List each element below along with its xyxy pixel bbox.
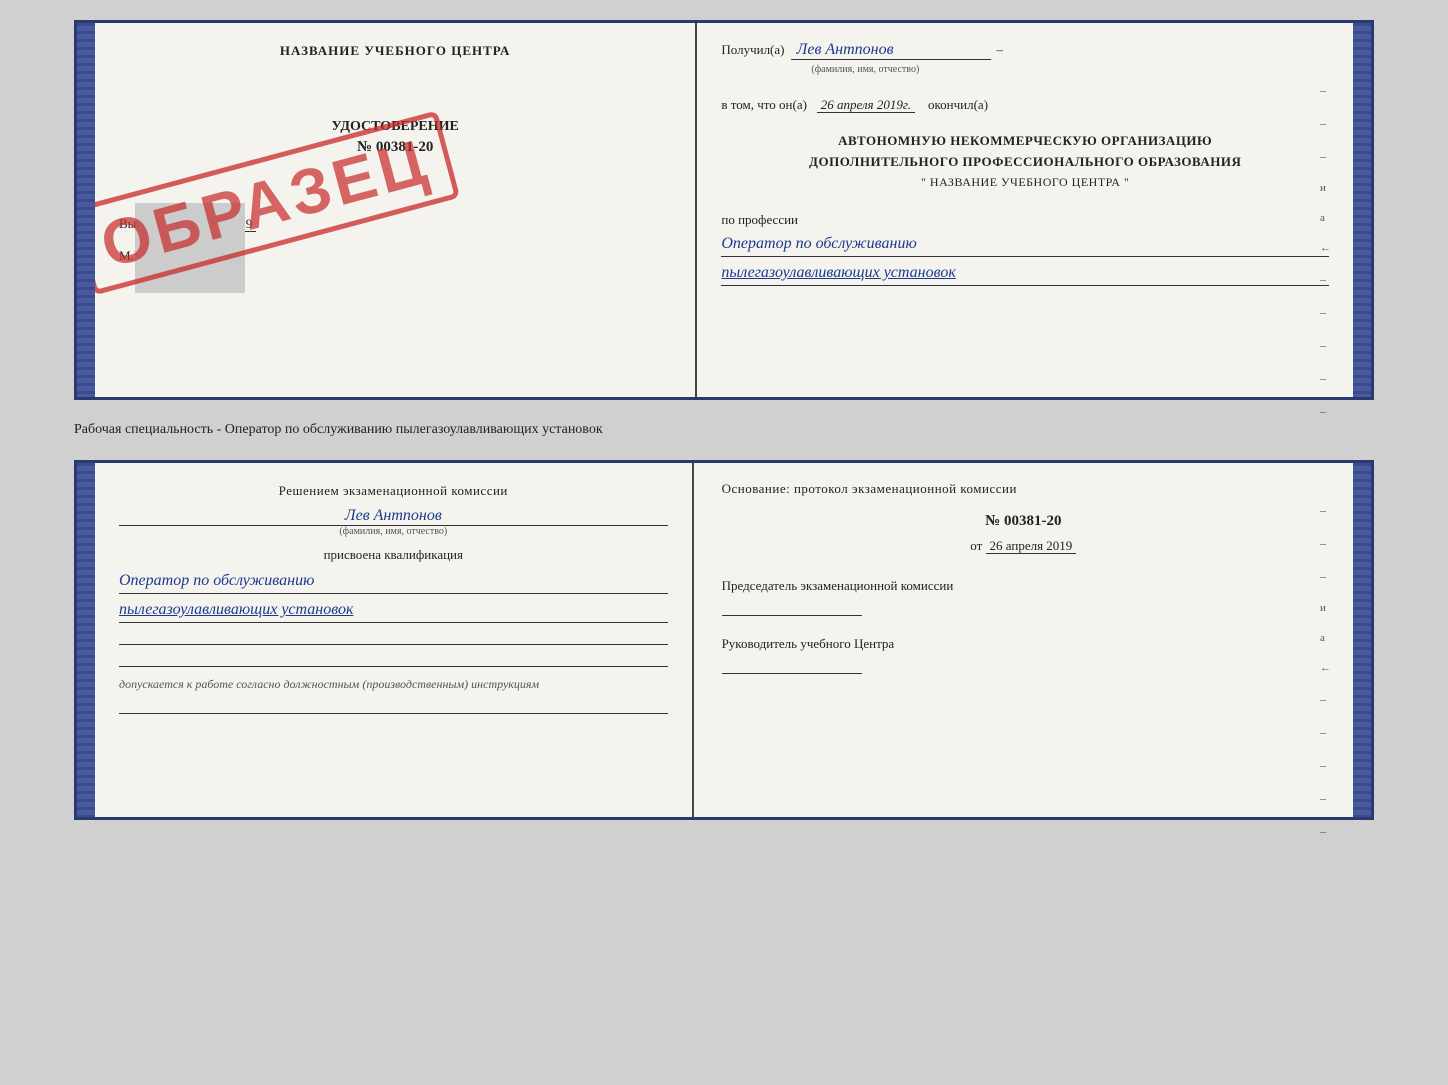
received-name: Лев Антпонов <box>791 41 991 60</box>
profession-label: по профессии <box>721 212 798 227</box>
org-name: " НАЗВАНИЕ УЧЕБНОГО ЦЕНТРА " <box>721 173 1329 192</box>
finished-label: окончил(а) <box>928 97 988 112</box>
decision-name-hint: (фамилия, имя, отчество) <box>119 526 668 537</box>
org-line1: АВТОНОМНУЮ НЕКОММЕРЧЕСКУЮ ОРГАНИЗАЦИЮ <box>721 131 1329 152</box>
director-block: Руководитель учебного Центра <box>722 636 1325 674</box>
bottom-spine-right <box>1353 463 1371 817</box>
profession-line1: Оператор по обслуживанию <box>721 232 1329 257</box>
in-that-label: в том, что он(а) <box>721 97 807 112</box>
basis-header: Основание: протокол экзаменационной коми… <box>722 481 1325 497</box>
school-name-header: НАЗВАНИЕ УЧЕБНОГО ЦЕНТРА <box>119 43 671 59</box>
blank-line-3 <box>119 700 668 714</box>
received-label: Получил(а) <box>721 42 784 58</box>
decision-header: Решением экзаменационной комиссии <box>119 483 668 499</box>
decision-person-name: Лев Антпонов <box>119 507 668 526</box>
separator-label: Рабочая специальность - Оператор по обсл… <box>74 418 603 442</box>
blank-line-2 <box>119 653 668 667</box>
qual-line1: Оператор по обслуживанию <box>119 569 668 594</box>
director-label: Руководитель учебного Центра <box>722 636 1325 652</box>
director-sign-line <box>722 660 862 674</box>
qual-line2: пылегазоулавливающих установок <box>119 598 668 623</box>
admitted-text: допускается к работе согласно должностны… <box>119 677 668 692</box>
protocol-date: от 26 апреля 2019 <box>722 538 1325 554</box>
bottom-right-panel: – – – и а ← – – – – – Основание: протоко… <box>694 463 1353 817</box>
protocol-number: № 00381-20 <box>722 513 1325 530</box>
received-line: Получил(а) Лев Антпонов – <box>721 41 1329 60</box>
protocol-date-prefix: от <box>970 538 982 553</box>
name-hint-top: (фамилия, имя, отчество) <box>811 64 1329 75</box>
spine-left-decoration <box>77 23 95 397</box>
org-block: АВТОНОМНУЮ НЕКОММЕРЧЕСКУЮ ОРГАНИЗАЦИЮ ДО… <box>721 131 1329 192</box>
assigned-qual-label: присвоена квалификация <box>119 547 668 563</box>
protocol-date-value: 26 апреля 2019 <box>986 538 1077 554</box>
dash-after-name: – <box>997 42 1004 58</box>
chairman-label: Председатель экзаменационной комиссии <box>722 578 1325 594</box>
side-dashes-bottom: – – – и а ← – – – – – <box>1320 503 1331 839</box>
bottom-spine-left <box>77 463 95 817</box>
chairman-block: Председатель экзаменационной комиссии <box>722 578 1325 616</box>
bottom-document: Решением экзаменационной комиссии Лев Ан… <box>74 460 1374 820</box>
certificate-type-label: УДОСТОВЕРЕНИЕ <box>119 119 671 135</box>
top-right-panel: – – – и а ← – – – – – Получил(а) Лев Ант… <box>697 23 1353 397</box>
chairman-sign-line <box>722 602 862 616</box>
blank-line-1 <box>119 631 668 645</box>
side-dashes-top: – – – и а ← – – – – – <box>1320 83 1331 419</box>
admitted-text-content: допускается к работе согласно должностны… <box>119 677 539 691</box>
spine-right-decoration <box>1353 23 1371 397</box>
bottom-left-panel: Решением экзаменационной комиссии Лев Ан… <box>95 463 694 817</box>
org-line2: ДОПОЛНИТЕЛЬНОГО ПРОФЕССИОНАЛЬНОГО ОБРАЗО… <box>721 152 1329 173</box>
completion-date: 26 апреля 2019г. <box>817 97 915 113</box>
profession-line2: пылегазоулавливающих установок <box>721 261 1329 286</box>
top-document: НАЗВАНИЕ УЧЕБНОГО ЦЕНТРА ОБРАЗЕЦ УДОСТОВ… <box>74 20 1374 400</box>
profession-block: по профессии Оператор по обслуживанию пы… <box>721 212 1329 286</box>
photo-placeholder <box>135 203 245 293</box>
in-that-line: в том, что он(а) 26 апреля 2019г. окончи… <box>721 97 1329 113</box>
top-left-panel: НАЗВАНИЕ УЧЕБНОГО ЦЕНТРА ОБРАЗЕЦ УДОСТОВ… <box>95 23 697 397</box>
certificate-number: № 00381-20 <box>119 139 671 156</box>
